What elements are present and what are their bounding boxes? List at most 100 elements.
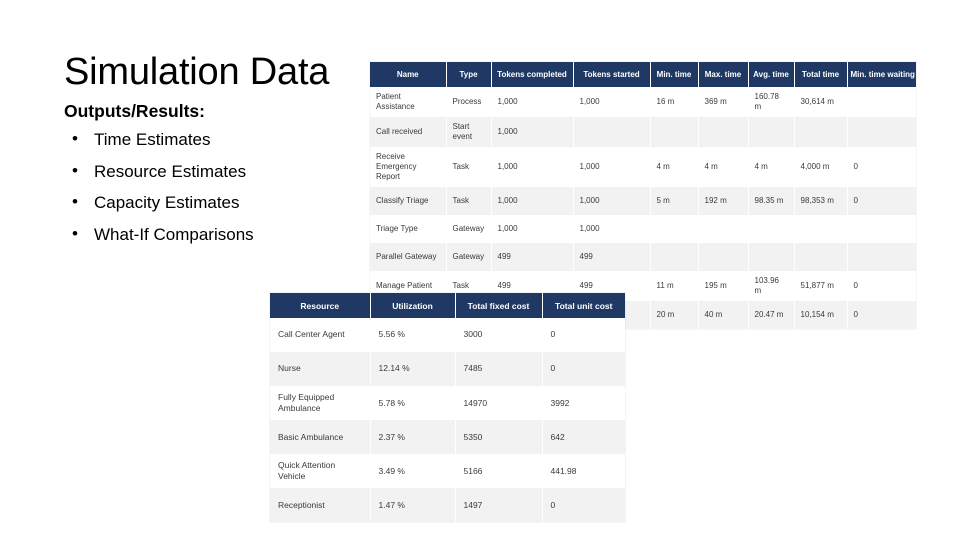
cell-total-time [794,215,848,243]
cell-min-time-waiting [847,243,916,271]
cell-total-unit-cost: 3992 [542,386,625,421]
table-row: Basic Ambulance 2.37 % 5350 642 [270,420,625,455]
list-item: • Capacity Estimates [64,192,374,213]
cell-max-time [698,117,749,147]
bullet-dot-icon: • [72,129,78,149]
table-row: Call received Start event 1,000 [370,117,916,147]
column-header-tokens-completed: Tokens completed [491,62,574,87]
column-header-max-time: Max. time [698,62,749,87]
cell-total-fixed-cost: 5166 [455,454,543,489]
cell-max-time [698,243,749,271]
subtitle-outputs-results: Outputs/Results: [64,101,205,122]
column-header-tokens-started: Tokens started [573,62,651,87]
cell-tokens-started: 1,000 [573,215,651,243]
cell-tokens-completed: 1,000 [491,187,574,215]
cell-avg-time [748,117,795,147]
cell-min-time: 4 m [650,147,699,187]
cell-max-time: 4 m [698,147,749,187]
table-row: Call Center Agent 5.56 % 3000 0 [270,318,625,352]
bullet-list: • Time Estimates • Resource Estimates • … [64,129,374,245]
bullet-label: Resource Estimates [94,161,247,181]
cell-total-unit-cost: 0 [542,488,625,523]
cell-name: Classify Triage [370,187,447,215]
cell-max-time: 40 m [698,301,749,329]
bullet-label: Capacity Estimates [94,193,240,213]
cell-tokens-started: 1,000 [573,147,651,187]
cell-avg-time: 103.96 m [748,271,795,301]
cell-max-time [698,215,749,243]
cell-min-time-waiting: 0 [847,301,916,329]
cell-tokens-completed: 1,000 [491,215,574,243]
cell-tokens-started: 1,000 [573,87,651,117]
cell-name: Patient Assistance [370,87,447,117]
cell-utilization: 5.78 % [370,386,456,421]
resource-statistics-table: Resource Utilization Total fixed cost To… [270,293,625,523]
cell-tokens-started: 1,000 [573,187,651,215]
cell-max-time: 369 m [698,87,749,117]
table-row: Patient Assistance Process 1,000 1,000 1… [370,87,916,117]
cell-min-time-waiting [847,215,916,243]
cell-tokens-completed: 1,000 [491,147,574,187]
cell-min-time-waiting [847,87,916,117]
cell-avg-time [748,215,795,243]
cell-min-time: 16 m [650,87,699,117]
cell-min-time [650,243,699,271]
cell-tokens-completed: 1,000 [491,117,574,147]
bullet-label: What-If Comparisons [94,224,254,244]
cell-total-time: 10,154 m [794,301,848,329]
table-row: Triage Type Gateway 1,000 1,000 [370,215,916,243]
column-header-total-fixed-cost: Total fixed cost [455,293,543,318]
table-header-row: Name Type Tokens completed Tokens starte… [370,62,916,87]
cell-avg-time: 4 m [748,147,795,187]
cell-utilization: 1.47 % [370,488,456,523]
cell-tokens-started: 499 [573,243,651,271]
cell-min-time: 20 m [650,301,699,329]
table-header-row: Resource Utilization Total fixed cost To… [270,293,625,318]
list-item: • What-If Comparisons [64,223,374,245]
cell-type: Gateway [446,243,492,271]
column-header-min-time: Min. time [650,62,699,87]
cell-total-fixed-cost: 3000 [455,318,543,352]
cell-total-fixed-cost: 14970 [455,386,543,421]
cell-total-time [794,243,848,271]
cell-resource: Receptionist [270,488,371,523]
cell-utilization: 3.49 % [370,454,456,489]
cell-total-time: 4,000 m [794,147,848,187]
column-header-utilization: Utilization [370,293,456,318]
cell-avg-time: 160.78 m [748,87,795,117]
cell-min-time [650,117,699,147]
cell-min-time: 11 m [650,271,699,301]
column-header-name: Name [370,62,447,87]
cell-total-unit-cost: 0 [542,352,625,386]
process-statistics-table: Name Type Tokens completed Tokens starte… [370,62,916,329]
cell-type: Gateway [446,215,492,243]
cell-type: Task [446,187,492,215]
list-item: • Time Estimates [64,129,374,150]
cell-name: Parallel Gateway [370,243,447,271]
cell-total-time: 51,877 m [794,271,848,301]
cell-name: Triage Type [370,215,447,243]
cell-min-time-waiting: 0 [847,187,916,215]
cell-utilization: 12.14 % [370,352,456,386]
bullet-dot-icon: • [72,192,78,212]
cell-tokens-completed: 1,000 [491,87,574,117]
cell-min-time-waiting: 0 [847,271,916,301]
cell-tokens-completed: 499 [491,243,574,271]
cell-total-time [794,117,848,147]
cell-avg-time [748,243,795,271]
cell-resource: Fully Equipped Ambulance [270,386,371,421]
slide-text-column: Simulation Data Outputs/Results: • Time … [64,51,374,256]
cell-total-fixed-cost: 7485 [455,352,543,386]
cell-min-time [650,215,699,243]
bullet-dot-icon: • [72,223,78,243]
column-header-total-time: Total time [794,62,848,87]
cell-max-time: 192 m [698,187,749,215]
cell-resource: Quick Attention Vehicle [270,454,371,489]
table-row: Quick Attention Vehicle 3.49 % 5166 441.… [270,454,625,489]
cell-min-time-waiting: 0 [847,147,916,187]
bullet-label: Time Estimates [94,130,211,150]
process-table-header: Name Type Tokens completed Tokens starte… [370,62,916,87]
resource-table-header: Resource Utilization Total fixed cost To… [270,293,625,318]
cell-name: Call received [370,117,447,147]
table-row: Parallel Gateway Gateway 499 499 [370,243,916,271]
